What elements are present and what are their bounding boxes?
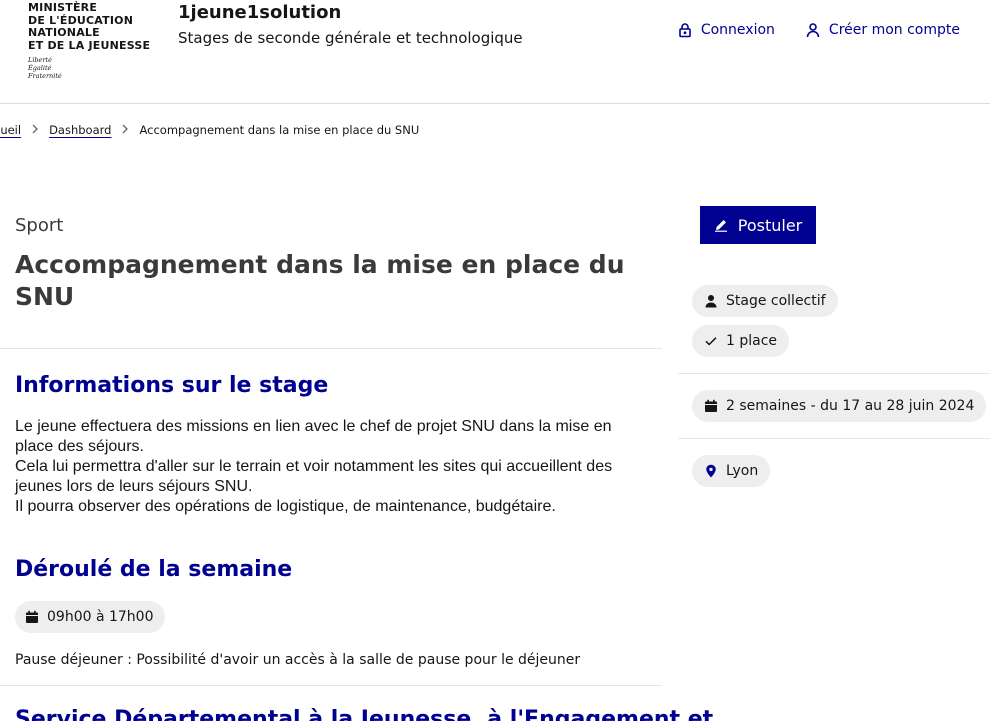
breadcrumb-dashboard-link[interactable]: Dashboard [49, 123, 111, 137]
apply-button[interactable]: Postuler [700, 206, 816, 244]
info-heading: Informations sur le stage [15, 373, 329, 398]
pencil-icon [714, 220, 727, 232]
description-paragraph: Le jeune effectuera des missions en lien… [15, 418, 612, 455]
breadcrumb-current: Accompagnement dans la mise en place du … [139, 123, 420, 137]
check-icon [705, 337, 717, 346]
motto-line: Égalité [28, 64, 52, 72]
hours-text: 09h00 à 17h00 [47, 609, 154, 625]
breadcrumb: cueil Dashboard Accompagnement dans la m… [0, 123, 419, 137]
login-label: Connexion [700, 22, 775, 38]
internship-type-text: Stage collectif [726, 293, 826, 309]
motto-line: Liberté [28, 56, 52, 64]
calendar-icon [26, 610, 38, 623]
offer-category: Sport [15, 215, 64, 236]
location-badge: Lyon [692, 455, 771, 487]
pause-text: Pause déjeuner : Possibilité d'avoir un … [15, 652, 581, 668]
period-text: 2 semaines - du 17 au 28 juin 2024 [726, 398, 975, 414]
hours-badge: 09h00 à 17h00 [15, 601, 166, 633]
login-link[interactable]: Connexion [677, 20, 775, 40]
page-title: Accompagnement dans la mise en place du … [15, 250, 625, 311]
week-heading: Déroulé de la semaine [15, 557, 293, 582]
motto-line: Fraternité [28, 72, 62, 80]
signup-label: Créer mon compte [828, 22, 960, 38]
map-pin-icon [706, 464, 716, 478]
divider [0, 348, 662, 349]
chevron-right-icon [31, 123, 39, 137]
offer-description: Le jeune effectuera des missions en lien… [15, 417, 635, 517]
site-header: MINISTÈRE DE L'ÉDUCATION NATIONALE ET DE… [0, 0, 990, 104]
signup-link[interactable]: Créer mon compte [805, 20, 960, 40]
description-paragraph: Cela lui permettra d'aller sur le terrai… [15, 458, 613, 495]
header-tools: Connexion Créer mon compte [677, 20, 960, 40]
service-tagline: Stages de seconde générale et technologi… [178, 29, 523, 47]
divider [678, 373, 990, 374]
user-icon [806, 23, 820, 38]
lock-icon [679, 23, 691, 38]
period-badge: 2 semaines - du 17 au 28 juin 2024 [692, 390, 987, 422]
description-paragraph: Il pourra observer des opérations de log… [15, 498, 556, 515]
offer-sidebar: Postuler Stage collectif 1 place 2 semai… [678, 200, 990, 721]
ministry-logo[interactable]: MINISTÈRE DE L'ÉDUCATION NATIONALE ET DE… [28, 1, 151, 80]
ministry-line: ET DE LA JEUNESSE [28, 38, 151, 52]
ministry-name: MINISTÈRE DE L'ÉDUCATION NATIONALE ET DE… [28, 1, 151, 52]
ministry-line: MINISTÈRE [28, 1, 98, 14]
ministry-line: NATIONALE [28, 26, 100, 39]
service-title: 1jeune1solution [178, 2, 342, 23]
divider [0, 685, 662, 686]
apply-label: Postuler [737, 215, 803, 235]
republic-motto: Liberté Égalité Fraternité [28, 56, 150, 80]
service-block[interactable]: 1jeune1solution Stages de seconde généra… [178, 2, 523, 48]
places-badge: 1 place [692, 325, 790, 357]
next-section-heading: Service Départemental à la Jeunesse, à l… [15, 707, 714, 721]
user-icon [705, 295, 717, 308]
calendar-icon [705, 399, 717, 412]
divider [678, 438, 990, 439]
internship-type-badge: Stage collectif [692, 285, 838, 317]
chevron-right-icon [121, 123, 129, 137]
places-text: 1 place [726, 333, 778, 349]
city-text: Lyon [726, 463, 759, 479]
breadcrumb-home-link[interactable]: cueil [0, 123, 21, 137]
